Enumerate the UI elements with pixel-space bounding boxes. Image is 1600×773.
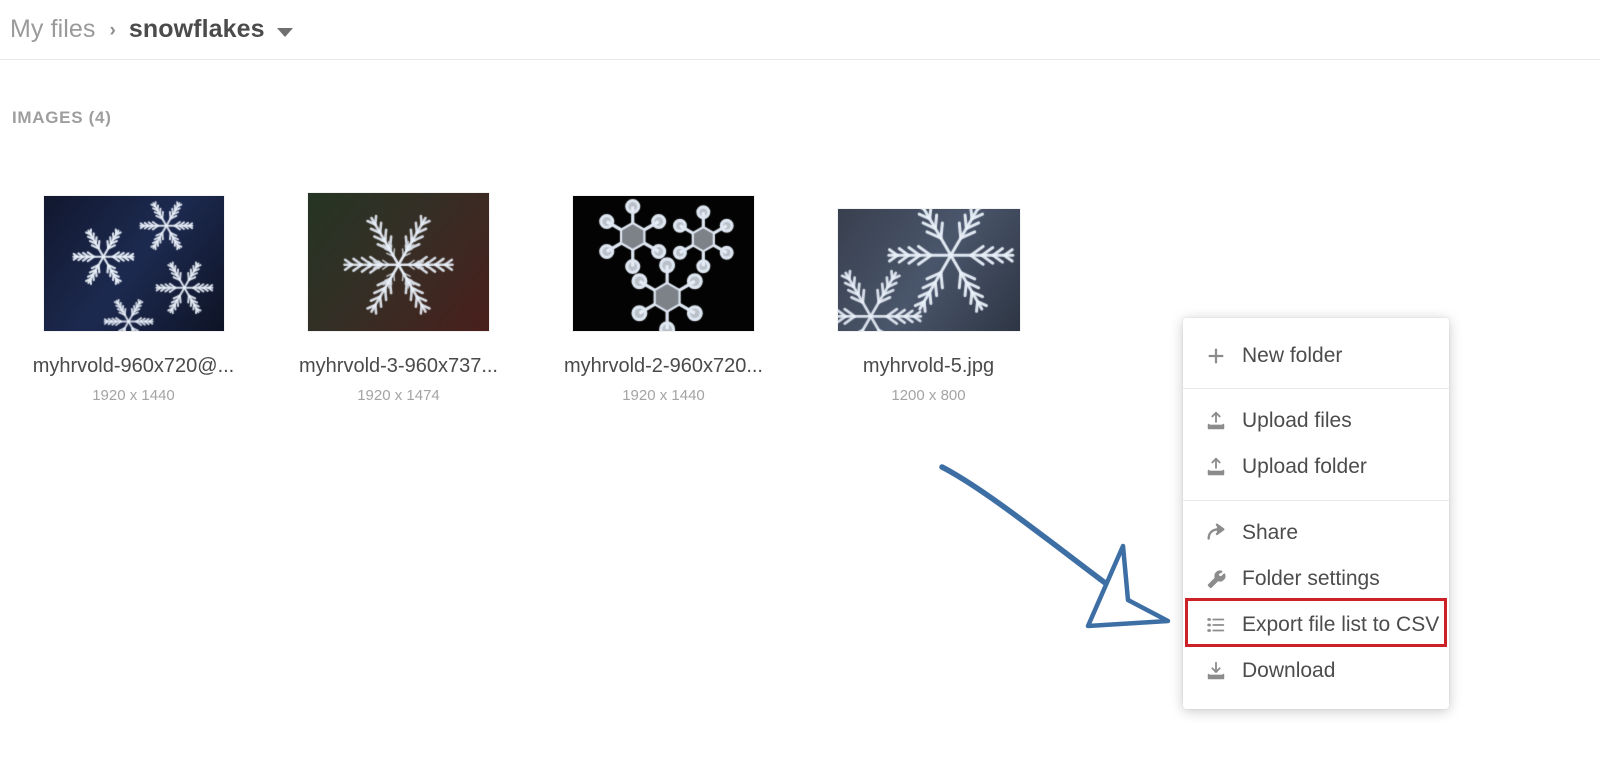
menu-item-label: Upload folder [1242, 455, 1367, 478]
menu-item-upload-folder[interactable]: Upload folder [1183, 444, 1449, 490]
download-icon [1205, 660, 1235, 682]
breadcrumb-bar: My files › snowflakes [0, 0, 1600, 60]
menu-item-folder-settings[interactable]: Folder settings [1183, 556, 1449, 602]
file-grid: myhrvold-960x720@... 1920 x 1440 myhrvold-… [0, 193, 1180, 436]
file-dimensions-label: 1200 x 800 [891, 387, 966, 404]
share-arrow-icon [1205, 522, 1235, 544]
menu-item-label: Upload files [1242, 409, 1352, 432]
file-dimensions-label: 1920 x 1440 [622, 387, 705, 404]
breadcrumb-separator-icon: › [109, 20, 116, 41]
file-name-label: myhrvold-2-960x720... [564, 355, 763, 377]
file-dimensions-label: 1920 x 1474 [357, 387, 440, 404]
menu-item-new-folder[interactable]: New folder [1183, 333, 1449, 379]
file-tile[interactable]: myhrvold-3-960x737... 1920 x 1474 [265, 193, 532, 404]
menu-group: Share Folder settings Export file list to … [1183, 500, 1449, 700]
file-tile[interactable]: myhrvold-5.jpg 1200 x 800 [795, 196, 1062, 404]
menu-item-label: Share [1242, 521, 1299, 544]
list-icon [1205, 614, 1235, 636]
menu-group: Upload files Upload folder [1183, 388, 1449, 500]
file-name-label: myhrvold-5.jpg [862, 355, 995, 377]
file-dimensions-label: 1920 x 1440 [92, 387, 175, 404]
file-thumbnail[interactable] [530, 196, 797, 331]
menu-group: New folder [1183, 327, 1449, 388]
caret-down-icon[interactable] [276, 28, 293, 37]
file-tile[interactable]: myhrvold-960x720@... 1920 x 1440 [0, 196, 267, 404]
menu-item-label: Export file list to CSV [1242, 613, 1440, 636]
file-name-label: myhrvold-3-960x737... [299, 355, 498, 377]
menu-item-share[interactable]: Share [1183, 510, 1449, 556]
file-name-label: myhrvold-960x720@... [32, 355, 235, 377]
menu-item-label: Download [1242, 659, 1336, 682]
file-tile[interactable]: myhrvold-2-960x720... 1920 x 1440 [530, 196, 797, 404]
upload-icon [1205, 410, 1235, 432]
upload-icon [1205, 456, 1235, 478]
plus-icon [1205, 345, 1235, 367]
section-title-images: IMAGES (4) [12, 108, 112, 127]
file-thumbnail[interactable] [0, 196, 267, 331]
menu-item-upload-files[interactable]: Upload files [1183, 398, 1449, 444]
menu-item-download[interactable]: Download [1183, 648, 1449, 694]
file-thumbnail[interactable] [795, 196, 1062, 331]
wrench-icon [1205, 568, 1235, 590]
context-menu[interactable]: New folder Upload files Upload folder Share… [1183, 318, 1449, 709]
menu-item-label: New folder [1242, 344, 1343, 367]
menu-item-export-file-list-to-csv[interactable]: Export file list to CSV [1183, 602, 1449, 648]
breadcrumb-item-my-files[interactable]: My files [10, 15, 96, 44]
file-thumbnail[interactable] [265, 193, 532, 331]
menu-item-label: Folder settings [1242, 567, 1380, 590]
breadcrumb-item-current[interactable]: snowflakes [129, 15, 265, 44]
